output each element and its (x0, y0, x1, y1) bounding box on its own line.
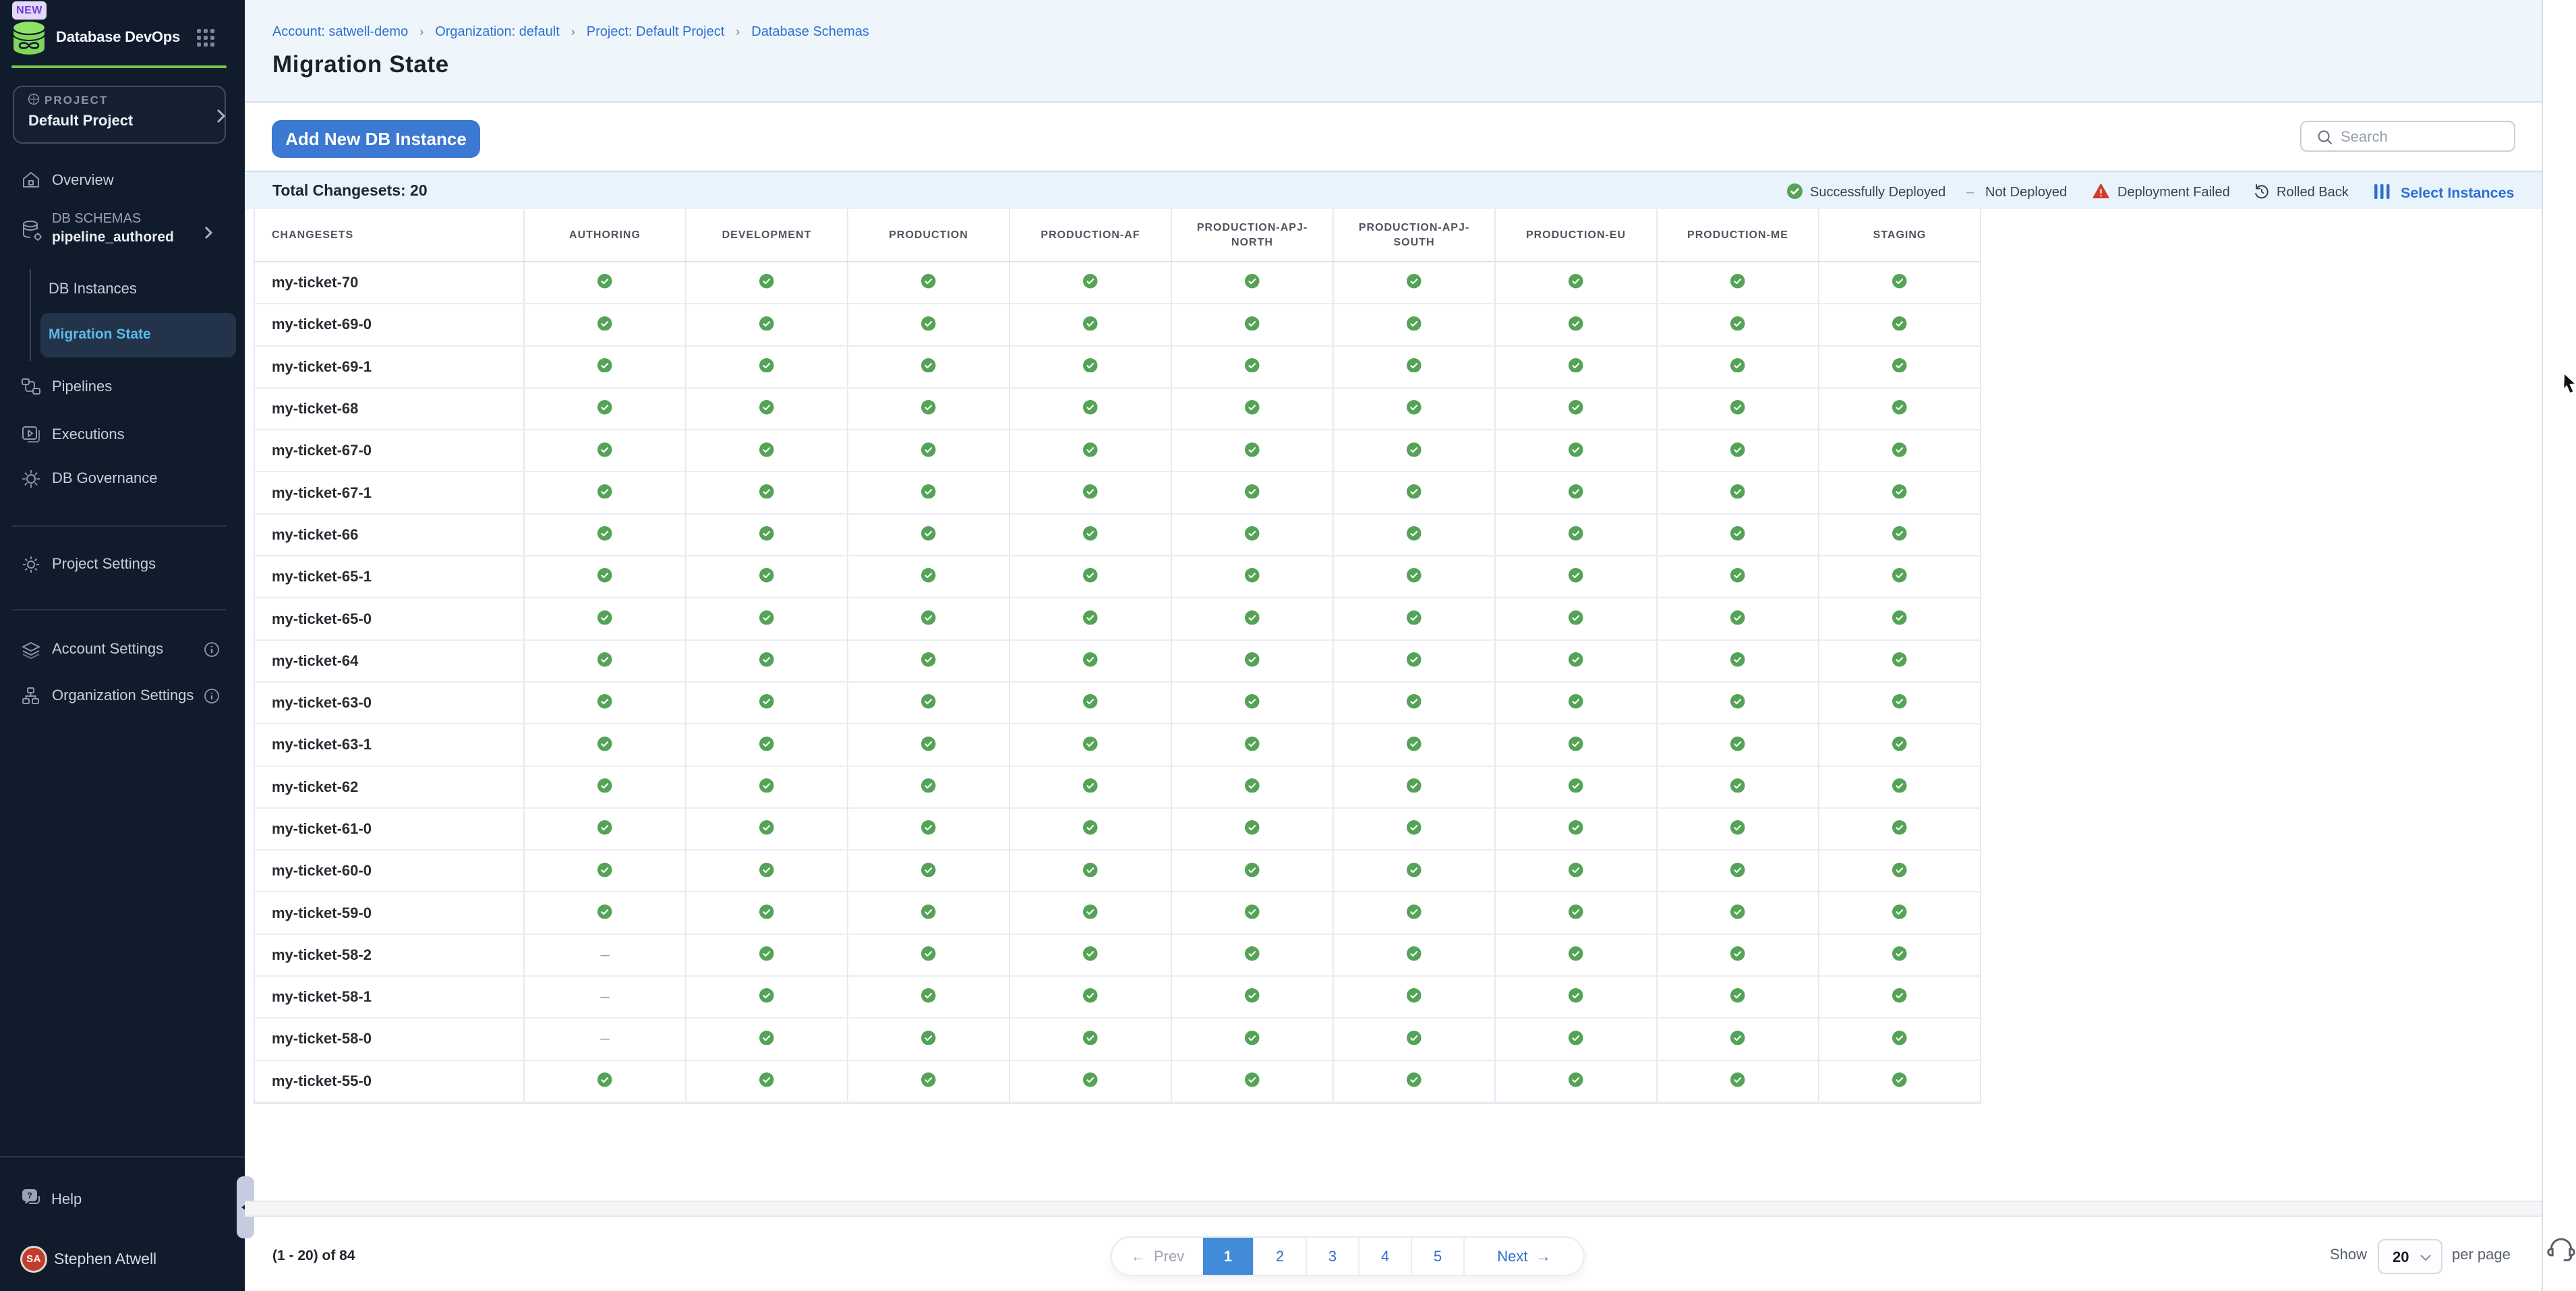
svg-text:?: ? (27, 1191, 32, 1201)
